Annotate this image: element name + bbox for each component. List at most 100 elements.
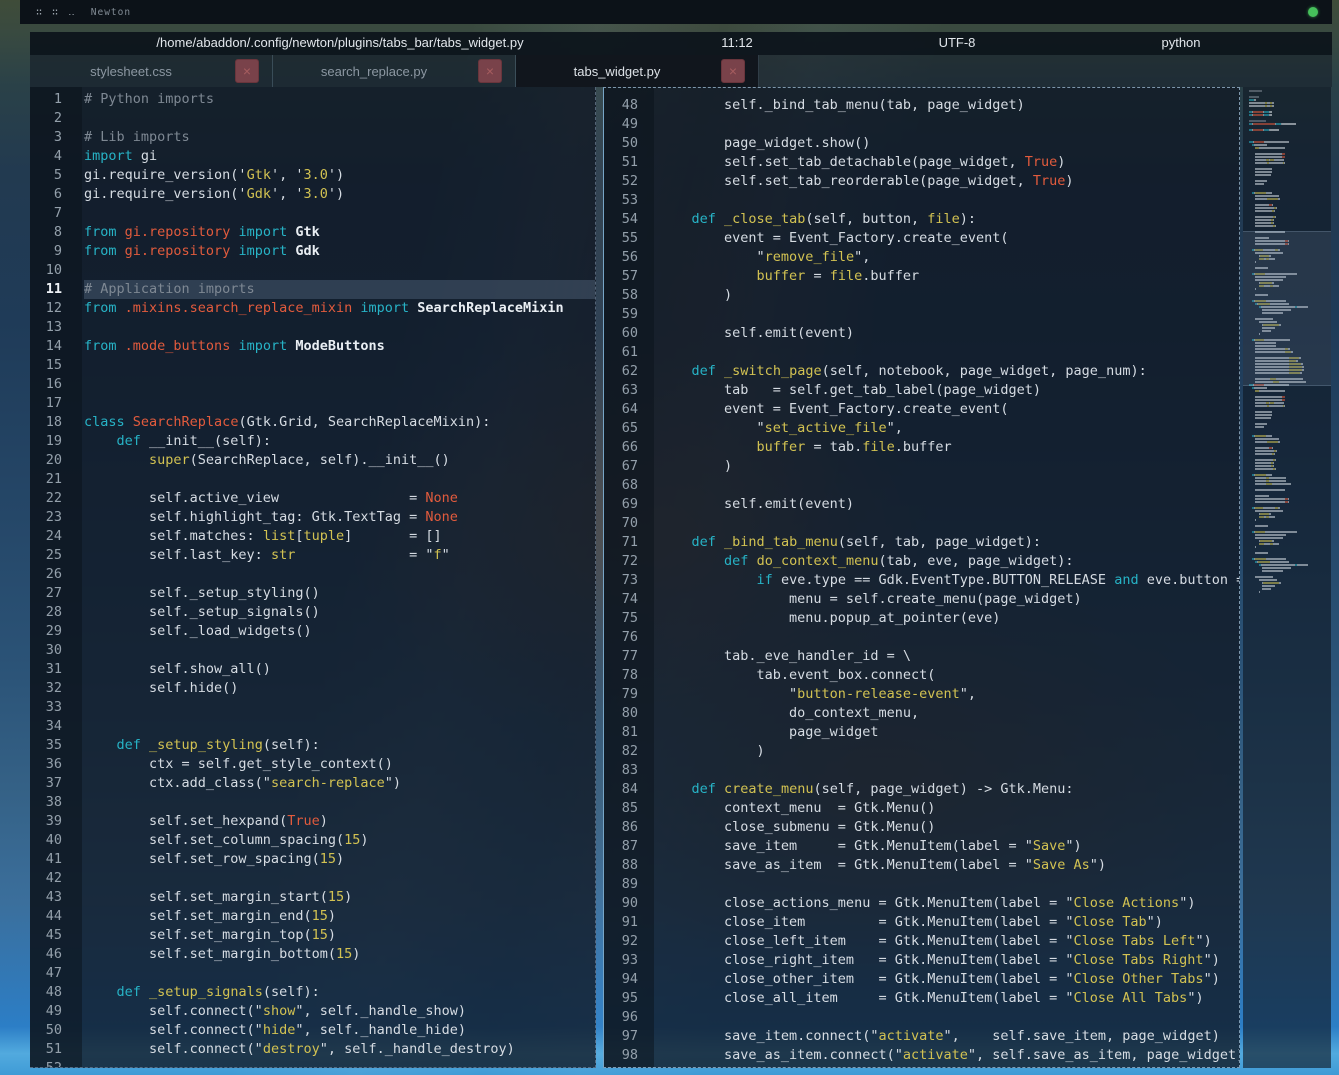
code-line: def _setup_signals(self): [84,983,595,1002]
newton-window: /home/abaddon/.config/newton/plugins/tab… [30,32,1332,1075]
code-line [659,875,1239,894]
code-editor-left[interactable]: 1234567891011121314151617181920212223242… [30,87,596,1068]
line-number: 72 [604,552,638,571]
minimap-viewport[interactable] [1243,231,1331,386]
code-line: do_context_menu, [659,704,1239,723]
line-number: 62 [604,362,638,381]
code-line: self.set_row_spacing(15) [84,850,595,869]
line-number: 20 [30,451,62,470]
line-number: 76 [604,628,638,647]
line-number: 24 [30,527,62,546]
line-number: 6 [30,185,62,204]
line-number: 48 [604,96,638,115]
line-number: 41 [30,850,62,869]
tab-close-button[interactable]: × [235,59,259,83]
code-line [84,394,595,413]
code-line: close_all_item = Gtk.MenuItem(label = "C… [659,989,1239,1008]
code-line: from gi.repository import Gtk [84,223,595,242]
code-text-view[interactable]: # Python imports# Lib importsimport gigi… [82,87,595,1067]
code-line: self.set_tab_detachable(page_widget, Tru… [659,153,1239,172]
code-line: self.show_all() [84,660,595,679]
line-number: 53 [604,191,638,210]
code-line: ctx = self.get_style_context() [84,755,595,774]
code-line: save_item.connect("activate", self.save_… [659,1027,1239,1046]
code-line: from .mixins.search_replace_mixin import… [84,299,595,318]
line-number: 71 [604,533,638,552]
code-editor-right[interactable]: 4849505152535455565758596061626364656667… [603,87,1240,1068]
code-line: super(SearchReplace, self).__init__() [84,451,595,470]
code-line: self.set_margin_top(15) [84,926,595,945]
code-line: self.set_margin_end(15) [84,907,595,926]
line-number: 21 [30,470,62,489]
tab-stylesheet.css[interactable]: stylesheet.css× [30,55,273,87]
line-number: 19 [30,432,62,451]
code-line: close_left_item = Gtk.MenuItem(label = "… [659,932,1239,951]
code-line [659,1008,1239,1027]
line-number-gutter: 1234567891011121314151617181920212223242… [30,87,82,1067]
tab-tabs_widget.py[interactable]: tabs_widget.py× [516,55,759,87]
code-line: tab._eve_handler_id = \ [659,647,1239,666]
code-line: self.set_margin_bottom(15) [84,945,595,964]
code-line: if eve.type == Gdk.EventType.BUTTON_RELE… [659,571,1239,590]
code-line [84,1059,595,1067]
code-line: from .mode_buttons import ModeButtons [84,337,595,356]
line-number: 2 [30,109,62,128]
line-number: 4 [30,147,62,166]
line-number: 25 [30,546,62,565]
code-line: close_item = Gtk.MenuItem(label = "Close… [659,913,1239,932]
code-line: tab = self.get_tab_label(page_widget) [659,381,1239,400]
code-line: close_right_item = Gtk.MenuItem(label = … [659,951,1239,970]
code-line: # Lib imports [84,128,595,147]
window-titlebar[interactable]: ∷ ∷ ‥ Newton [20,0,1332,24]
code-line: "button-release-event", [659,685,1239,704]
code-line: event = Event_Factory.create_event( [659,229,1239,248]
line-number: 42 [30,869,62,888]
line-number: 10 [30,261,62,280]
code-line: self.last_key: str = "f" [84,546,595,565]
line-number: 69 [604,495,638,514]
line-number: 79 [604,685,638,704]
line-number: 70 [604,514,638,533]
line-number: 59 [604,305,638,324]
tabbar: stylesheet.css×search_replace.py×tabs_wi… [30,55,1332,87]
code-line [659,514,1239,533]
tab-search_replace.py[interactable]: search_replace.py × [273,55,516,87]
line-number: 85 [604,799,638,818]
minimap[interactable] [1243,87,1331,1068]
line-number-gutter: 4849505152535455565758596061626364656667… [604,88,654,1067]
code-line: def _setup_styling(self): [84,736,595,755]
tab-close-button[interactable]: × [478,59,502,83]
line-number: 3 [30,128,62,147]
line-number: 22 [30,489,62,508]
code-line [659,476,1239,495]
line-number: 92 [604,932,638,951]
code-line: buffer = tab.file.buffer [659,438,1239,457]
line-number: 50 [604,134,638,153]
line-number: 49 [30,1002,62,1021]
code-line [84,261,595,280]
code-line: self.connect("show", self._handle_show) [84,1002,595,1021]
line-number: 95 [604,989,638,1008]
code-line [84,698,595,717]
encoding-label: UTF-8 [939,35,976,50]
line-number: 61 [604,343,638,362]
code-line: save_as_item.connect("activate", self.sa… [659,1046,1239,1065]
line-number: 45 [30,926,62,945]
code-line: self.matches: list[tuple] = [] [84,527,595,546]
line-number: 84 [604,780,638,799]
code-line: self.set_hexpand(True) [84,812,595,831]
code-line [659,628,1239,647]
code-line: self._setup_styling() [84,584,595,603]
line-number: 47 [30,964,62,983]
line-number: 14 [30,337,62,356]
code-line [84,565,595,584]
tab-label: search_replace.py [321,64,427,79]
code-line [659,305,1239,324]
code-text-view[interactable]: self._bind_tab_menu(tab, page_widget) pa… [654,88,1239,1067]
line-number: 89 [604,875,638,894]
code-line: close_other_item = Gtk.MenuItem(label = … [659,970,1239,989]
line-number: 40 [30,831,62,850]
code-line: "set_active_file", [659,419,1239,438]
line-number: 13 [30,318,62,337]
tab-close-button[interactable]: × [721,59,745,83]
